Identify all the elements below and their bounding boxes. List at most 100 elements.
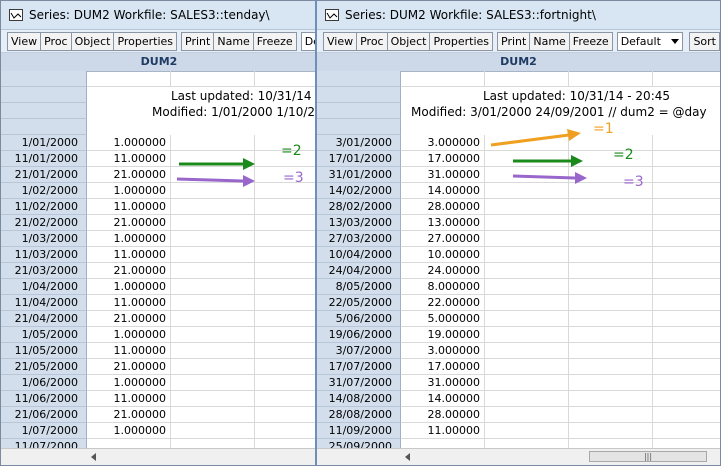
- empty-cell[interactable]: [569, 423, 653, 439]
- empty-cell[interactable]: [653, 151, 720, 167]
- value-cell[interactable]: 11.00000: [87, 391, 171, 407]
- value-cell[interactable]: 17.00000: [401, 359, 485, 375]
- empty-cell[interactable]: [569, 279, 653, 295]
- empty-cell[interactable]: [171, 327, 255, 343]
- empty-cell[interactable]: [485, 327, 569, 343]
- empty-cell[interactable]: [171, 135, 255, 151]
- empty-cell[interactable]: [171, 199, 255, 215]
- row-date-label[interactable]: 1/04/2000: [1, 279, 87, 295]
- series-window-fortnight[interactable]: Series: DUM2 Workfile: SALES3::fortnight…: [315, 0, 721, 466]
- value-cell[interactable]: 21.00000: [87, 215, 171, 231]
- row-date-label[interactable]: 17/07/2000: [317, 359, 401, 375]
- value-cell[interactable]: 11.00000: [87, 151, 171, 167]
- empty-cell[interactable]: [255, 343, 317, 359]
- scroll-left-icon[interactable]: [405, 453, 410, 461]
- empty-cell[interactable]: [171, 343, 255, 359]
- window-title-bar[interactable]: Series: DUM2 Workfile: SALES3::tenday\: [1, 1, 317, 30]
- row-date-label[interactable]: 11/06/2000: [1, 391, 87, 407]
- value-cell[interactable]: 8.000000: [401, 279, 485, 295]
- empty-cell[interactable]: [569, 391, 653, 407]
- print-button[interactable]: Print: [497, 31, 531, 51]
- value-cell[interactable]: 28.00000: [401, 199, 485, 215]
- value-cell[interactable]: 1.000000: [87, 231, 171, 247]
- empty-cell[interactable]: [485, 295, 569, 311]
- empty-cell[interactable]: [569, 407, 653, 423]
- row-date-label[interactable]: 11/03/2000: [1, 247, 87, 263]
- empty-cell[interactable]: [569, 263, 653, 279]
- value-cell[interactable]: 19.00000: [401, 327, 485, 343]
- row-date-label[interactable]: 11/01/2000: [1, 151, 87, 167]
- empty-cell[interactable]: [485, 311, 569, 327]
- row-date-label[interactable]: 31/01/2000: [317, 167, 401, 183]
- empty-cell[interactable]: [255, 263, 317, 279]
- empty-cell[interactable]: [653, 279, 720, 295]
- empty-cell[interactable]: [653, 167, 720, 183]
- empty-cell[interactable]: [171, 407, 255, 423]
- empty-cell[interactable]: [171, 375, 255, 391]
- empty-cell[interactable]: [653, 215, 720, 231]
- value-cell[interactable]: 3.000000: [401, 343, 485, 359]
- horizontal-scrollbar[interactable]: [1, 448, 317, 465]
- view-button[interactable]: View: [323, 31, 358, 51]
- row-date-label[interactable]: 1/05/2000: [1, 327, 87, 343]
- value-cell[interactable]: 14.00000: [401, 391, 485, 407]
- value-cell[interactable]: 21.00000: [87, 263, 171, 279]
- row-date-label[interactable]: 19/06/2000: [317, 327, 401, 343]
- empty-cell[interactable]: [653, 359, 720, 375]
- row-date-label[interactable]: 21/06/2000: [1, 407, 87, 423]
- row-date-label[interactable]: 1/01/2000: [1, 135, 87, 151]
- value-cell[interactable]: 11.00000: [401, 423, 485, 439]
- empty-cell[interactable]: [653, 391, 720, 407]
- sort-button[interactable]: Sort: [689, 31, 720, 51]
- row-date-label[interactable]: 5/06/2000: [317, 311, 401, 327]
- empty-cell[interactable]: [569, 375, 653, 391]
- row-date-label[interactable]: 13/03/2000: [317, 215, 401, 231]
- row-date-label[interactable]: 1/07/2000: [1, 423, 87, 439]
- value-cell[interactable]: 21.00000: [87, 167, 171, 183]
- freeze-button[interactable]: Freeze: [569, 31, 613, 51]
- empty-cell[interactable]: [255, 295, 317, 311]
- row-date-label[interactable]: 11/02/2000: [1, 199, 87, 215]
- empty-cell[interactable]: [653, 183, 720, 199]
- value-cell[interactable]: 1.000000: [87, 279, 171, 295]
- display-format-select[interactable]: Default: [616, 31, 684, 51]
- empty-cell[interactable]: [569, 327, 653, 343]
- empty-cell[interactable]: [255, 391, 317, 407]
- empty-cell[interactable]: [255, 279, 317, 295]
- empty-cell[interactable]: [171, 247, 255, 263]
- value-cell[interactable]: 21.00000: [87, 407, 171, 423]
- empty-cell[interactable]: [255, 375, 317, 391]
- value-cell[interactable]: 14.00000: [401, 183, 485, 199]
- empty-cell[interactable]: [569, 247, 653, 263]
- row-date-label[interactable]: 8/05/2000: [317, 279, 401, 295]
- empty-cell[interactable]: [569, 359, 653, 375]
- empty-cell[interactable]: [485, 231, 569, 247]
- row-date-label[interactable]: 17/01/2000: [317, 151, 401, 167]
- empty-cell[interactable]: [653, 135, 720, 151]
- value-cell[interactable]: 21.00000: [87, 359, 171, 375]
- object-button[interactable]: Object: [387, 31, 431, 51]
- empty-cell[interactable]: [653, 247, 720, 263]
- empty-cell[interactable]: [653, 295, 720, 311]
- row-date-label[interactable]: 28/02/2000: [317, 199, 401, 215]
- empty-cell[interactable]: [255, 311, 317, 327]
- value-cell[interactable]: 1.000000: [87, 327, 171, 343]
- row-date-label[interactable]: 1/03/2000: [1, 231, 87, 247]
- value-cell[interactable]: 3.000000: [401, 135, 485, 151]
- row-date-label[interactable]: 3/07/2000: [317, 343, 401, 359]
- empty-cell[interactable]: [653, 407, 720, 423]
- value-cell[interactable]: 27.00000: [401, 231, 485, 247]
- row-date-label[interactable]: 1/06/2000: [1, 375, 87, 391]
- empty-cell[interactable]: [255, 215, 317, 231]
- empty-cell[interactable]: [653, 343, 720, 359]
- value-cell[interactable]: 11.00000: [87, 343, 171, 359]
- row-date-label[interactable]: 21/04/2000: [1, 311, 87, 327]
- empty-cell[interactable]: [569, 231, 653, 247]
- row-date-label[interactable]: 22/05/2000: [317, 295, 401, 311]
- empty-cell[interactable]: [569, 215, 653, 231]
- value-cell[interactable]: 13.00000: [401, 215, 485, 231]
- name-button[interactable]: Name: [214, 31, 254, 51]
- value-cell[interactable]: 5.000000: [401, 311, 485, 327]
- empty-cell[interactable]: [485, 407, 569, 423]
- empty-cell[interactable]: [485, 247, 569, 263]
